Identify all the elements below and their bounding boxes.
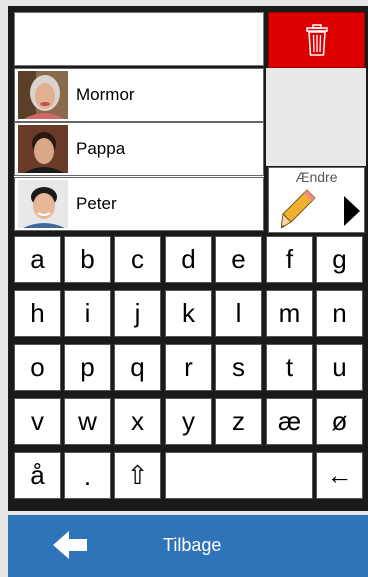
arrow-right-icon [344,196,360,226]
key-x[interactable]: x [114,398,161,445]
contact-item-pappa[interactable]: Pappa [14,122,264,176]
key-k[interactable]: k [165,290,212,337]
back-button[interactable]: Tilbage [8,515,368,577]
key-o[interactable]: o [14,344,61,391]
key-s[interactable]: s [215,344,262,391]
key-v[interactable]: v [14,398,61,445]
backspace-key[interactable]: ← [316,452,363,499]
key-j[interactable]: j [114,290,161,337]
avatar [18,180,68,228]
key-g[interactable]: g [316,236,363,283]
key-q[interactable]: q [114,344,161,391]
key-p[interactable]: p [64,344,111,391]
key-l[interactable]: l [215,290,262,337]
key-ae[interactable]: æ [266,398,313,445]
key-m[interactable]: m [266,290,313,337]
shift-key[interactable]: ⇧ [114,452,161,499]
key-r[interactable]: r [165,344,212,391]
avatar [18,71,68,119]
edit-button[interactable]: Ændre [268,167,365,233]
shift-icon: ⇧ [126,460,149,490]
message-input[interactable] [14,12,264,66]
key-z[interactable]: z [215,398,262,445]
trash-icon [305,24,328,56]
key-e[interactable]: e [215,236,262,283]
clear-button[interactable] [268,12,365,68]
arrow-left-icon [53,531,87,559]
side-panel [266,68,366,166]
contact-item-peter[interactable]: Peter [14,177,264,231]
back-label: Tilbage [163,535,222,555]
contact-name: Pappa [76,139,126,158]
contact-name: Mormor [76,85,135,104]
pencil-icon [281,189,316,229]
key-n[interactable]: n [316,290,363,337]
key-a[interactable]: a [14,236,61,283]
key-w[interactable]: w [64,398,111,445]
key-h[interactable]: h [14,290,61,337]
edit-label: Ændre [295,169,338,185]
key-period[interactable]: . [64,452,111,499]
avatar [18,125,68,173]
key-u[interactable]: u [316,344,363,391]
key-b[interactable]: b [64,236,111,283]
key-t[interactable]: t [266,344,313,391]
key-d[interactable]: d [165,236,212,283]
key-i[interactable]: i [64,290,111,337]
key-oe[interactable]: ø [316,398,363,445]
key-f[interactable]: f [266,236,313,283]
contact-list: Mormor Pappa Peter [14,68,264,231]
key-aa[interactable]: å [14,452,61,499]
backspace-icon: ← [326,460,353,490]
key-y[interactable]: y [165,398,212,445]
contact-item-mormor[interactable]: Mormor [14,68,264,122]
space-key[interactable] [165,452,313,499]
contact-name: Peter [76,194,117,213]
key-c[interactable]: c [114,236,161,283]
